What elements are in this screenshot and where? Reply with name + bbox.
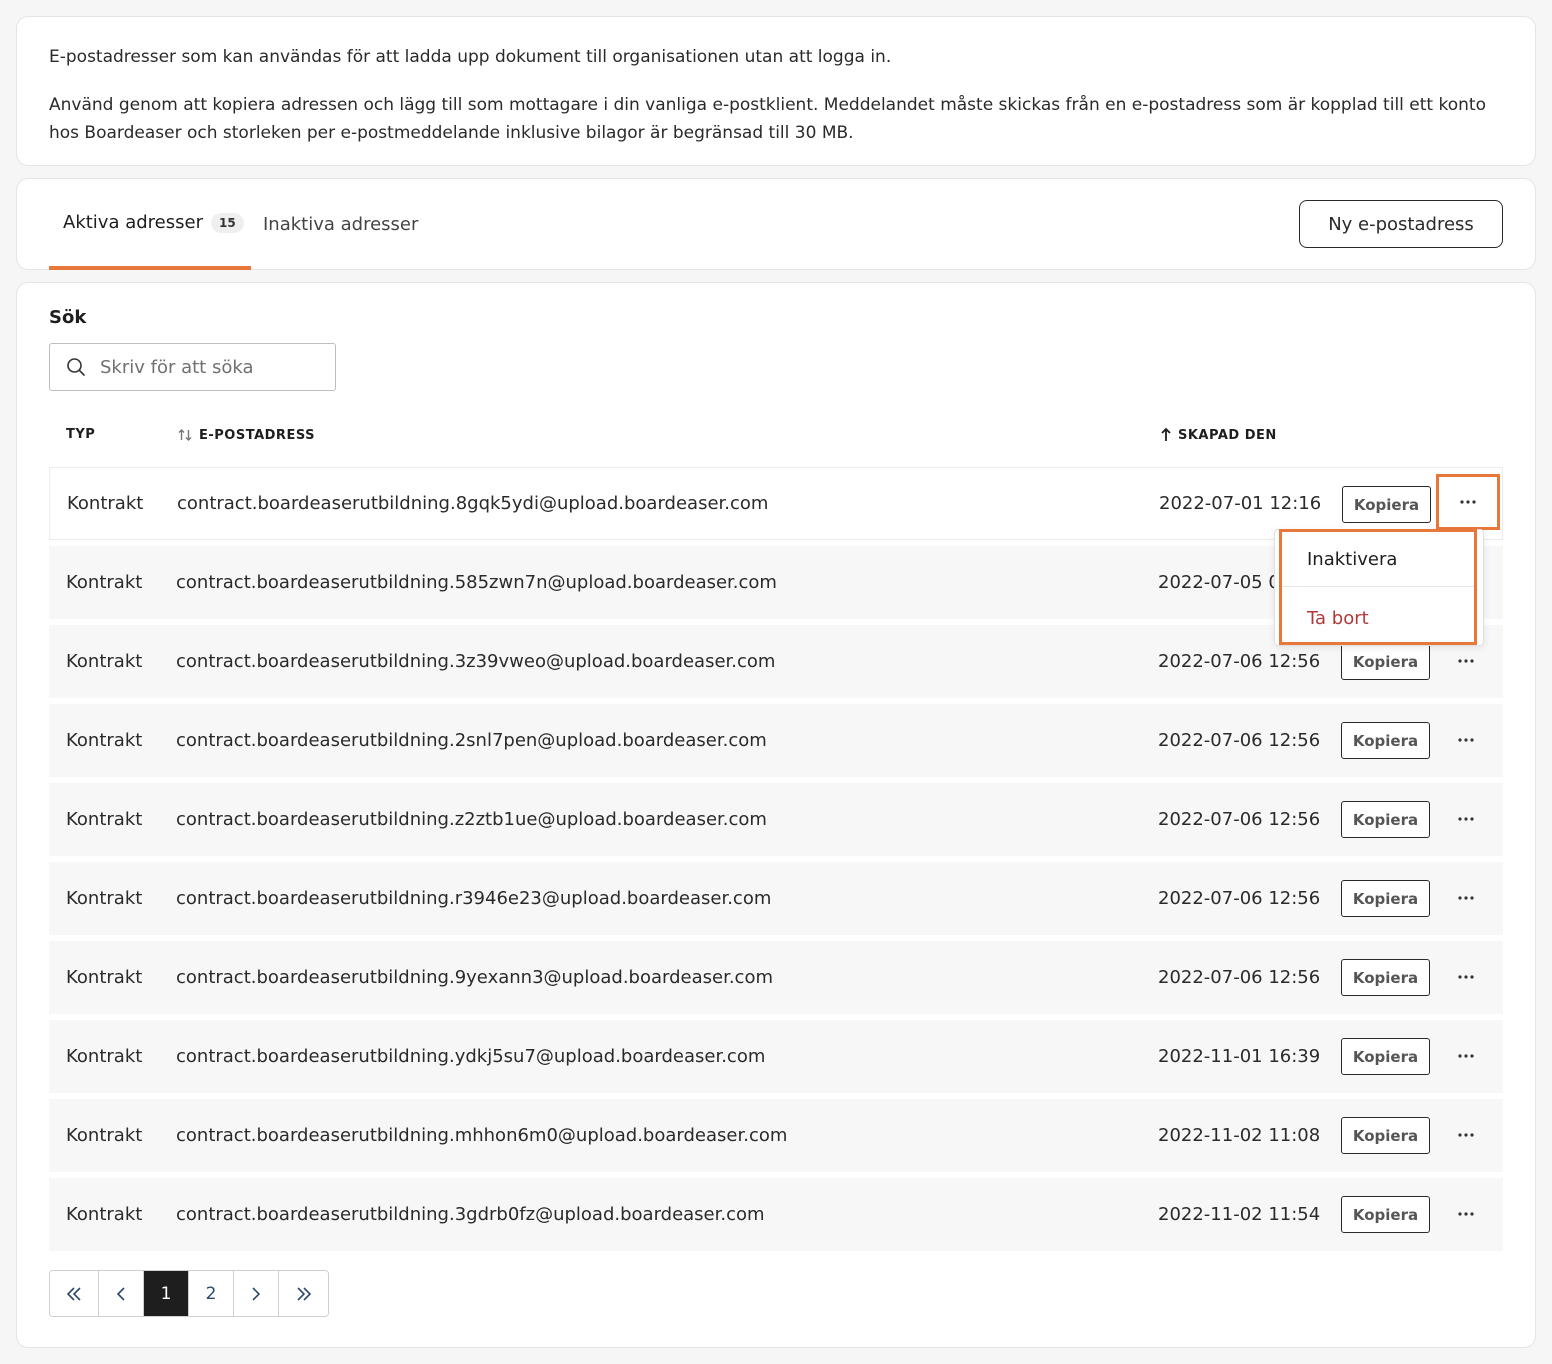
column-header-email[interactable]: E-POSTADRESS [177, 427, 315, 443]
table-row: Kontrakt contract.boardeaserutbildning.9… [49, 941, 1503, 1014]
more-dots-icon [1460, 500, 1476, 504]
more-dots-icon [1458, 896, 1474, 900]
menu-item-inactivate[interactable]: Inaktivera [1279, 532, 1475, 587]
more-dots-icon [1458, 738, 1474, 742]
more-options-button[interactable] [1447, 958, 1485, 996]
more-options-button[interactable] [1447, 1037, 1485, 1075]
page-button-2[interactable]: 2 [189, 1271, 234, 1316]
more-options-button[interactable] [1436, 474, 1500, 530]
created-cell: 2022-07-06 12:56 [1158, 809, 1321, 830]
tab-active-label: Aktiva adresser [63, 212, 203, 233]
previous-page-button[interactable] [99, 1271, 144, 1316]
email-cell: contract.boardeaserutbildning.3z39vweo@u… [176, 651, 776, 672]
table-row: Kontrakt contract.boardeaserutbildning.m… [49, 1099, 1503, 1172]
menu-item-delete[interactable]: Ta bort [1275, 591, 1483, 646]
copy-button[interactable]: Kopiera [1341, 643, 1430, 680]
copy-button[interactable]: Kopiera [1341, 722, 1430, 759]
email-cell: contract.boardeaserutbildning.8gqk5ydi@u… [177, 493, 769, 514]
table-row: Kontrakt contract.boardeaserutbildning.r… [49, 862, 1503, 935]
search-label: Sök [49, 307, 87, 328]
table-row: Kontrakt contract.boardeaserutbildning.2… [49, 704, 1503, 777]
sort-both-icon [178, 429, 192, 441]
tabs-card: Aktiva adresser 15 Inaktiva adresser Ny … [16, 178, 1536, 270]
chevron-right-icon [252, 1286, 261, 1301]
table-row: Kontrakt contract.boardeaserutbildning.y… [49, 1020, 1503, 1093]
search-box[interactable] [49, 343, 336, 391]
more-dots-icon [1458, 1133, 1474, 1137]
created-cell: 2022-11-01 16:39 [1158, 1046, 1321, 1067]
email-cell: contract.boardeaserutbildning.3gdrb0fz@u… [176, 1204, 765, 1225]
email-cell: contract.boardeaserutbildning.z2ztb1ue@u… [176, 809, 767, 830]
search-input[interactable] [100, 344, 335, 390]
double-chevron-right-icon [296, 1286, 311, 1301]
sort-ascending-icon [1161, 427, 1171, 441]
info-paragraph-1: E-postadresser som kan användas för att … [49, 47, 892, 67]
created-cell: 2022-11-02 11:54 [1158, 1204, 1321, 1225]
info-paragraph-2: Använd genom att kopiera adressen och lä… [49, 95, 1486, 143]
type-cell: Kontrakt [66, 809, 143, 830]
more-options-button[interactable] [1447, 642, 1485, 680]
email-cell: contract.boardeaserutbildning.2snl7pen@u… [176, 730, 767, 751]
copy-button[interactable]: Kopiera [1341, 1117, 1430, 1154]
type-cell: Kontrakt [66, 1046, 143, 1067]
created-cell: 2022-07-05 0 [1158, 572, 1280, 593]
more-options-button[interactable] [1447, 879, 1485, 917]
page-button-1[interactable]: 1 [144, 1271, 189, 1316]
more-options-button[interactable] [1447, 1195, 1485, 1233]
email-cell: contract.boardeaserutbildning.9yexann3@u… [176, 967, 773, 988]
copy-button[interactable]: Kopiera [1341, 959, 1430, 996]
created-cell: 2022-07-06 12:56 [1158, 967, 1321, 988]
table-header: TYP E-POSTADRESS SKAPAD DEN [49, 421, 1503, 451]
chevron-left-icon [116, 1286, 125, 1301]
type-cell: Kontrakt [66, 1204, 143, 1225]
created-cell: 2022-07-06 12:56 [1158, 730, 1321, 751]
email-cell: contract.boardeaserutbildning.r3946e23@u… [176, 888, 772, 909]
double-chevron-left-icon [66, 1286, 81, 1301]
more-dots-icon [1458, 1212, 1474, 1216]
type-cell: Kontrakt [66, 1125, 143, 1146]
more-options-button[interactable] [1447, 800, 1485, 838]
email-cell: contract.boardeaserutbildning.585zwn7n@u… [176, 572, 777, 593]
first-page-button[interactable] [50, 1271, 99, 1316]
copy-button[interactable]: Kopiera [1342, 486, 1431, 523]
new-email-button[interactable]: Ny e-postadress [1299, 200, 1503, 248]
row-actions-menu: Inaktivera Ta bort [1274, 529, 1484, 646]
search-icon [67, 358, 85, 376]
tab-inactive-addresses[interactable]: Inaktiva adresser [263, 179, 418, 270]
address-list-card: Sök TYP E-POSTADRESS SKAPAD DEN Kontrakt [16, 282, 1536, 1348]
more-dots-icon [1458, 1054, 1474, 1058]
copy-button[interactable]: Kopiera [1341, 1038, 1430, 1075]
type-cell: Kontrakt [66, 888, 143, 909]
tab-inactive-label: Inaktiva adresser [263, 214, 419, 235]
created-cell: 2022-07-06 12:56 [1158, 888, 1321, 909]
more-dots-icon [1458, 975, 1474, 979]
copy-button[interactable]: Kopiera [1341, 1196, 1430, 1233]
tab-active-addresses[interactable]: Aktiva adresser 15 [49, 179, 251, 270]
copy-button[interactable]: Kopiera [1341, 880, 1430, 917]
last-page-button[interactable] [279, 1271, 328, 1316]
table-row: Kontrakt contract.boardeaserutbildning.3… [49, 1178, 1503, 1251]
email-cell: contract.boardeaserutbildning.mhhon6m0@u… [176, 1125, 788, 1146]
column-header-created[interactable]: SKAPAD DEN [1160, 427, 1277, 443]
email-cell: contract.boardeaserutbildning.ydkj5su7@u… [176, 1046, 766, 1067]
info-card: E-postadresser som kan användas för att … [16, 16, 1536, 166]
pagination: 1 2 [49, 1270, 329, 1317]
created-cell: 2022-11-02 11:08 [1158, 1125, 1321, 1146]
count-badge: 15 [210, 212, 244, 233]
column-header-type: TYP [66, 427, 96, 442]
copy-button[interactable]: Kopiera [1341, 801, 1430, 838]
type-cell: Kontrakt [66, 967, 143, 988]
type-cell: Kontrakt [66, 651, 143, 672]
next-page-button[interactable] [234, 1271, 279, 1316]
more-dots-icon [1458, 659, 1474, 663]
type-cell: Kontrakt [67, 493, 144, 514]
more-dots-icon [1458, 817, 1474, 821]
more-options-button[interactable] [1447, 1116, 1485, 1154]
more-options-button[interactable] [1447, 721, 1485, 759]
type-cell: Kontrakt [66, 572, 143, 593]
table-row: Kontrakt contract.boardeaserutbildning.z… [49, 783, 1503, 856]
type-cell: Kontrakt [66, 730, 143, 751]
